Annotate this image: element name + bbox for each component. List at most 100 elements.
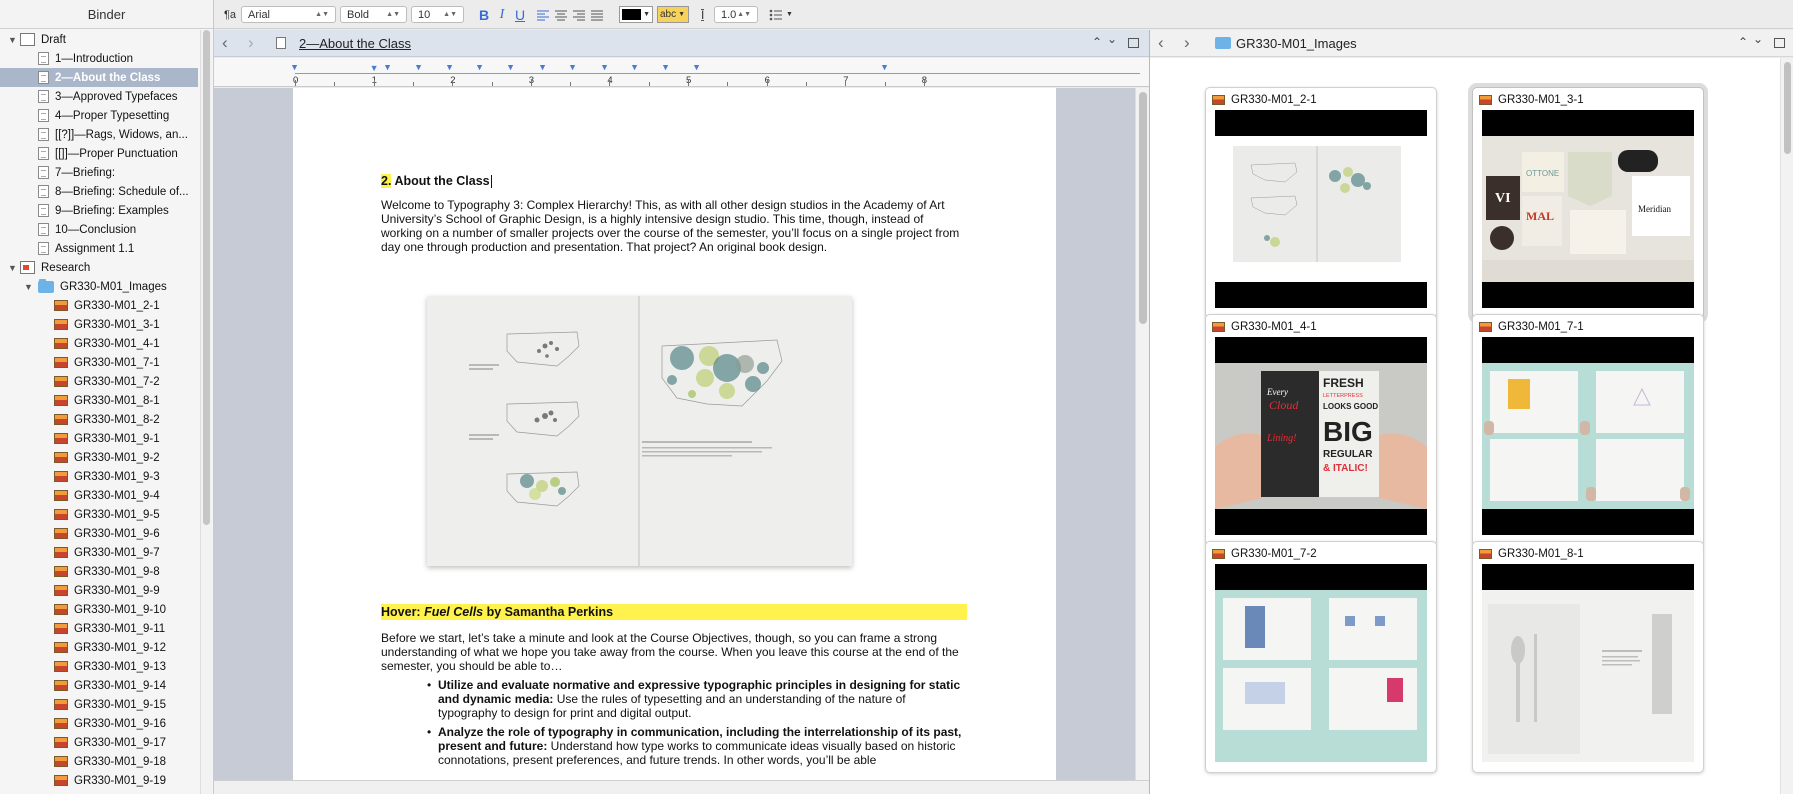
binder-item[interactable]: GR330-M01_7-1	[0, 353, 198, 372]
tab-stop-icon[interactable]: ▲	[506, 63, 515, 73]
binder-item[interactable]: GR330-M01_8-1	[0, 391, 198, 410]
binder-item[interactable]: 10—Conclusion	[0, 220, 198, 239]
font-size-select[interactable]: 10 ▲▼	[411, 6, 464, 23]
font-family-select[interactable]: Arial ▲▼	[241, 6, 336, 23]
disclosure-triangle-icon[interactable]: ▼	[8, 263, 18, 273]
split-editor-icon[interactable]	[1774, 38, 1785, 48]
binder-item[interactable]: GR330-M01_9-5	[0, 505, 198, 524]
chevron-down-icon[interactable]: ⌄	[1107, 32, 1117, 46]
binder-item[interactable]: GR330-M01_9-9	[0, 581, 198, 600]
disclosure-triangle-icon[interactable]: ▼	[24, 282, 34, 292]
corkboard-scroll-thumb[interactable]	[1784, 62, 1791, 154]
image-icon	[54, 566, 68, 577]
binder-item[interactable]: GR330-M01_9-6	[0, 524, 198, 543]
binder-item[interactable]: 2—About the Class	[0, 68, 198, 87]
card-title: GR330-M01_7-1	[1479, 321, 1584, 333]
line-spacing-select[interactable]: 1.0 ▲▼	[714, 6, 758, 23]
tab-stop-icon[interactable]: ▲	[383, 63, 392, 73]
tab-stop-icon[interactable]: ▲	[661, 63, 670, 73]
italic-button[interactable]: I	[494, 6, 510, 23]
binder-item[interactable]: GR330-M01_9-15	[0, 695, 198, 714]
binder-item[interactable]: [[]]—Proper Punctuation	[0, 144, 198, 163]
binder-item[interactable]: GR330-M01_9-3	[0, 467, 198, 486]
binder-item[interactable]: 7—Briefing:	[0, 163, 198, 182]
tab-stop-icon[interactable]: ▲	[538, 63, 547, 73]
justify-button[interactable]	[590, 6, 604, 23]
binder-item[interactable]: 1—Introduction	[0, 49, 198, 68]
binder-item[interactable]: 8—Briefing: Schedule of...	[0, 182, 198, 201]
split-editor-icon[interactable]	[1128, 38, 1139, 48]
tab-stop-icon[interactable]: ▲	[414, 63, 423, 73]
editor-document-title[interactable]: 2—About the Class	[299, 36, 411, 51]
binder-scrollbar[interactable]	[200, 30, 212, 794]
binder-item[interactable]: 3—Approved Typefaces	[0, 87, 198, 106]
binder-item[interactable]: GR330-M01_3-1	[0, 315, 198, 334]
binder-item[interactable]: GR330-M01_9-18	[0, 752, 198, 771]
binder-item[interactable]: 4—Proper Typesetting	[0, 106, 198, 125]
chevron-down-icon[interactable]: ⌄	[1753, 32, 1763, 46]
binder-item[interactable]: GR330-M01_7-2	[0, 372, 198, 391]
editor-scroll-thumb[interactable]	[1139, 92, 1147, 324]
binder-item[interactable]: GR330-M01_2-1	[0, 296, 198, 315]
index-card[interactable]: GR330-M01_7-2	[1205, 541, 1437, 773]
forward-arrow-icon[interactable]: ›	[1184, 33, 1190, 53]
index-card[interactable]: GR330-M01_8-1	[1472, 541, 1704, 773]
binder-item[interactable]: ▼ Research	[0, 258, 198, 277]
tab-stop-icon[interactable]: ▲	[568, 63, 577, 73]
back-arrow-icon[interactable]: ‹	[222, 33, 228, 53]
index-card[interactable]: GR330-M01_4-1 Every Cloud Lining! FRESH LETTE…	[1205, 314, 1437, 546]
binder-item[interactable]: GR330-M01_9-17	[0, 733, 198, 752]
binder-item[interactable]: GR330-M01_9-2	[0, 448, 198, 467]
ruler[interactable]: 012345678▲▲▲▲▲▲▲▲▲▲▲▲▲▼	[214, 58, 1149, 87]
chevron-up-icon[interactable]: ⌃	[1092, 35, 1102, 49]
chevron-up-icon[interactable]: ⌃	[1738, 35, 1748, 49]
tab-stop-icon[interactable]: ▲	[476, 63, 485, 73]
index-card[interactable]: GR330-M01_3-1 VI OTTONE MAL Meridian	[1472, 87, 1704, 319]
disclosure-triangle-icon[interactable]: ▼	[8, 35, 18, 45]
binder-item[interactable]: GR330-M01_9-8	[0, 562, 198, 581]
text-color-button[interactable]: ▼	[619, 6, 653, 23]
editor-scrollbar[interactable]	[1135, 88, 1149, 780]
binder-item[interactable]: GR330-M01_9-7	[0, 543, 198, 562]
document-text[interactable]: 2. About the Class Welcome to Typography…	[381, 174, 967, 772]
back-arrow-icon[interactable]: ‹	[1158, 33, 1164, 53]
binder-item[interactable]: ▼ GR330-M01_Images	[0, 277, 198, 296]
corkboard-scrollbar[interactable]	[1780, 58, 1793, 794]
align-center-button[interactable]	[554, 6, 568, 23]
align-left-button[interactable]	[536, 6, 550, 23]
binder-item[interactable]: ▼ Draft	[0, 30, 198, 49]
align-right-button[interactable]	[572, 6, 586, 23]
tab-stop-icon[interactable]: ▲	[445, 63, 454, 73]
tab-stop-icon[interactable]: ▲	[693, 63, 702, 73]
binder-item[interactable]: GR330-M01_9-14	[0, 676, 198, 695]
tab-stop-icon[interactable]: ▲	[630, 63, 639, 73]
binder-item[interactable]: GR330-M01_9-11	[0, 619, 198, 638]
binder-item[interactable]: GR330-M01_4-1	[0, 334, 198, 353]
bold-button[interactable]: B	[476, 6, 492, 23]
tab-stop-icon[interactable]: ▲	[290, 63, 299, 73]
binder-item[interactable]: [[?]]—Rags, Widows, an...	[0, 125, 198, 144]
binder-item[interactable]: GR330-M01_9-12	[0, 638, 198, 657]
tab-stop-icon[interactable]: ▲	[600, 63, 609, 73]
font-style-select[interactable]: Bold ▲▼	[340, 6, 407, 23]
binder-item[interactable]: Assignment 1.1	[0, 239, 198, 258]
corkboard-title[interactable]: GR330-M01_Images	[1236, 36, 1357, 51]
binder-item[interactable]: GR330-M01_9-19	[0, 771, 198, 790]
binder-scroll-thumb[interactable]	[203, 30, 210, 525]
highlight-color-button[interactable]: abc ▼	[657, 6, 689, 23]
binder-item[interactable]: GR330-M01_9-4	[0, 486, 198, 505]
binder-item[interactable]: GR330-M01_9-13	[0, 657, 198, 676]
binder-item[interactable]: GR330-M01_9-16	[0, 714, 198, 733]
binder-item[interactable]: GR330-M01_9-1	[0, 429, 198, 448]
binder-item[interactable]: GR330-M01_9-10	[0, 600, 198, 619]
indent-marker-icon[interactable]: ▼	[370, 64, 379, 73]
binder-item[interactable]: GR330-M01_8-2	[0, 410, 198, 429]
list-menu-button[interactable]: ▼	[769, 6, 793, 23]
index-card[interactable]: GR330-M01_7-1	[1472, 314, 1704, 546]
forward-arrow-icon[interactable]: ›	[248, 33, 254, 53]
index-card[interactable]: GR330-M01_2-1	[1205, 87, 1437, 319]
tab-stop-icon[interactable]: ▲	[880, 63, 889, 73]
document-page[interactable]: 2. About the Class Welcome to Typography…	[293, 88, 1056, 780]
underline-button[interactable]: U	[512, 6, 528, 23]
binder-item[interactable]: 9—Briefing: Examples	[0, 201, 198, 220]
